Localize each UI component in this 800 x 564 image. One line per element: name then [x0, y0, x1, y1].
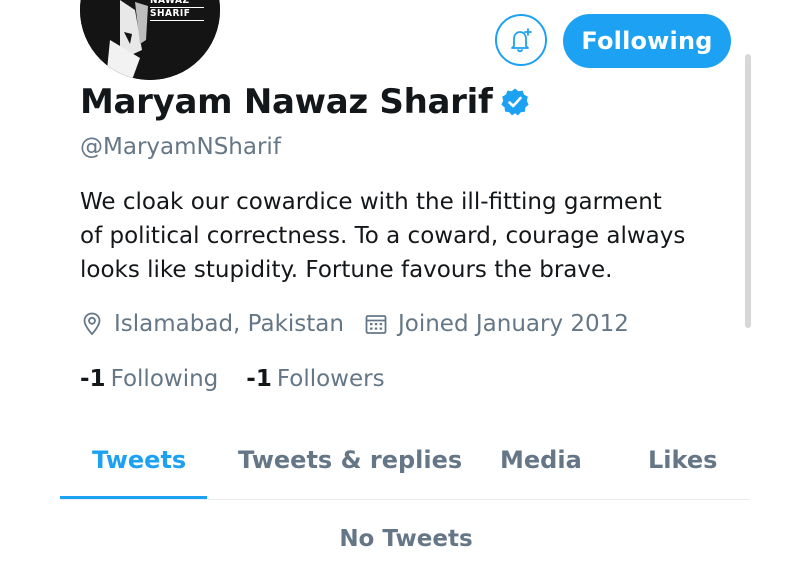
- location-pin-icon: [80, 311, 104, 337]
- empty-feed-message: No Tweets: [339, 526, 473, 552]
- tabs-divider: [60, 499, 750, 500]
- scrollbar[interactable]: [745, 54, 751, 328]
- tab-tweets-replies[interactable]: Tweets & replies: [238, 446, 462, 474]
- bio-line: of political correctness. To a coward, c…: [80, 223, 686, 249]
- profile-handle: @MaryamNSharif: [80, 134, 281, 160]
- followers-count: -1: [246, 366, 272, 392]
- bell-plus-icon: [511, 28, 532, 53]
- following-label: Following: [110, 366, 219, 392]
- avatar-logo-text: NAWAZ SHARIF: [150, 0, 204, 22]
- following-stat[interactable]: -1 Following: [80, 366, 218, 392]
- tab-likes[interactable]: Likes: [648, 446, 717, 474]
- profile-tabs: Tweets Tweets & replies Media Likes: [60, 438, 750, 500]
- bio-line: We cloak our cowardice with the ill-fitt…: [80, 189, 662, 215]
- bio-line: looks like stupidity. Fortune favours th…: [80, 257, 613, 283]
- profile-meta: Islamabad, Pakistan Joined January 2012: [80, 311, 629, 337]
- profile-location: Islamabad, Pakistan: [114, 311, 344, 337]
- verified-badge-icon: [501, 88, 530, 116]
- joined-date: Joined January 2012: [397, 311, 629, 337]
- followers-stat[interactable]: -1 Followers: [246, 366, 384, 392]
- name-row: Maryam Nawaz Sharif: [80, 82, 530, 122]
- following-count: -1: [80, 366, 106, 392]
- profile-bio: We cloak our cowardice with the ill-fitt…: [80, 185, 740, 287]
- notifications-toggle-button[interactable]: [495, 14, 547, 66]
- following-button[interactable]: Following: [563, 14, 731, 68]
- display-name: Maryam Nawaz Sharif: [80, 82, 493, 122]
- avatar[interactable]: NAWAZ SHARIF: [80, 0, 220, 80]
- profile-stats: -1 Following -1 Followers: [80, 366, 385, 392]
- profile-page: NAWAZ SHARIF Following Maryam Nawaz Shar…: [0, 0, 800, 564]
- tab-media[interactable]: Media: [500, 446, 582, 474]
- calendar-icon: [364, 312, 388, 336]
- tab-tweets[interactable]: Tweets: [92, 446, 186, 474]
- followers-label: Followers: [276, 366, 385, 392]
